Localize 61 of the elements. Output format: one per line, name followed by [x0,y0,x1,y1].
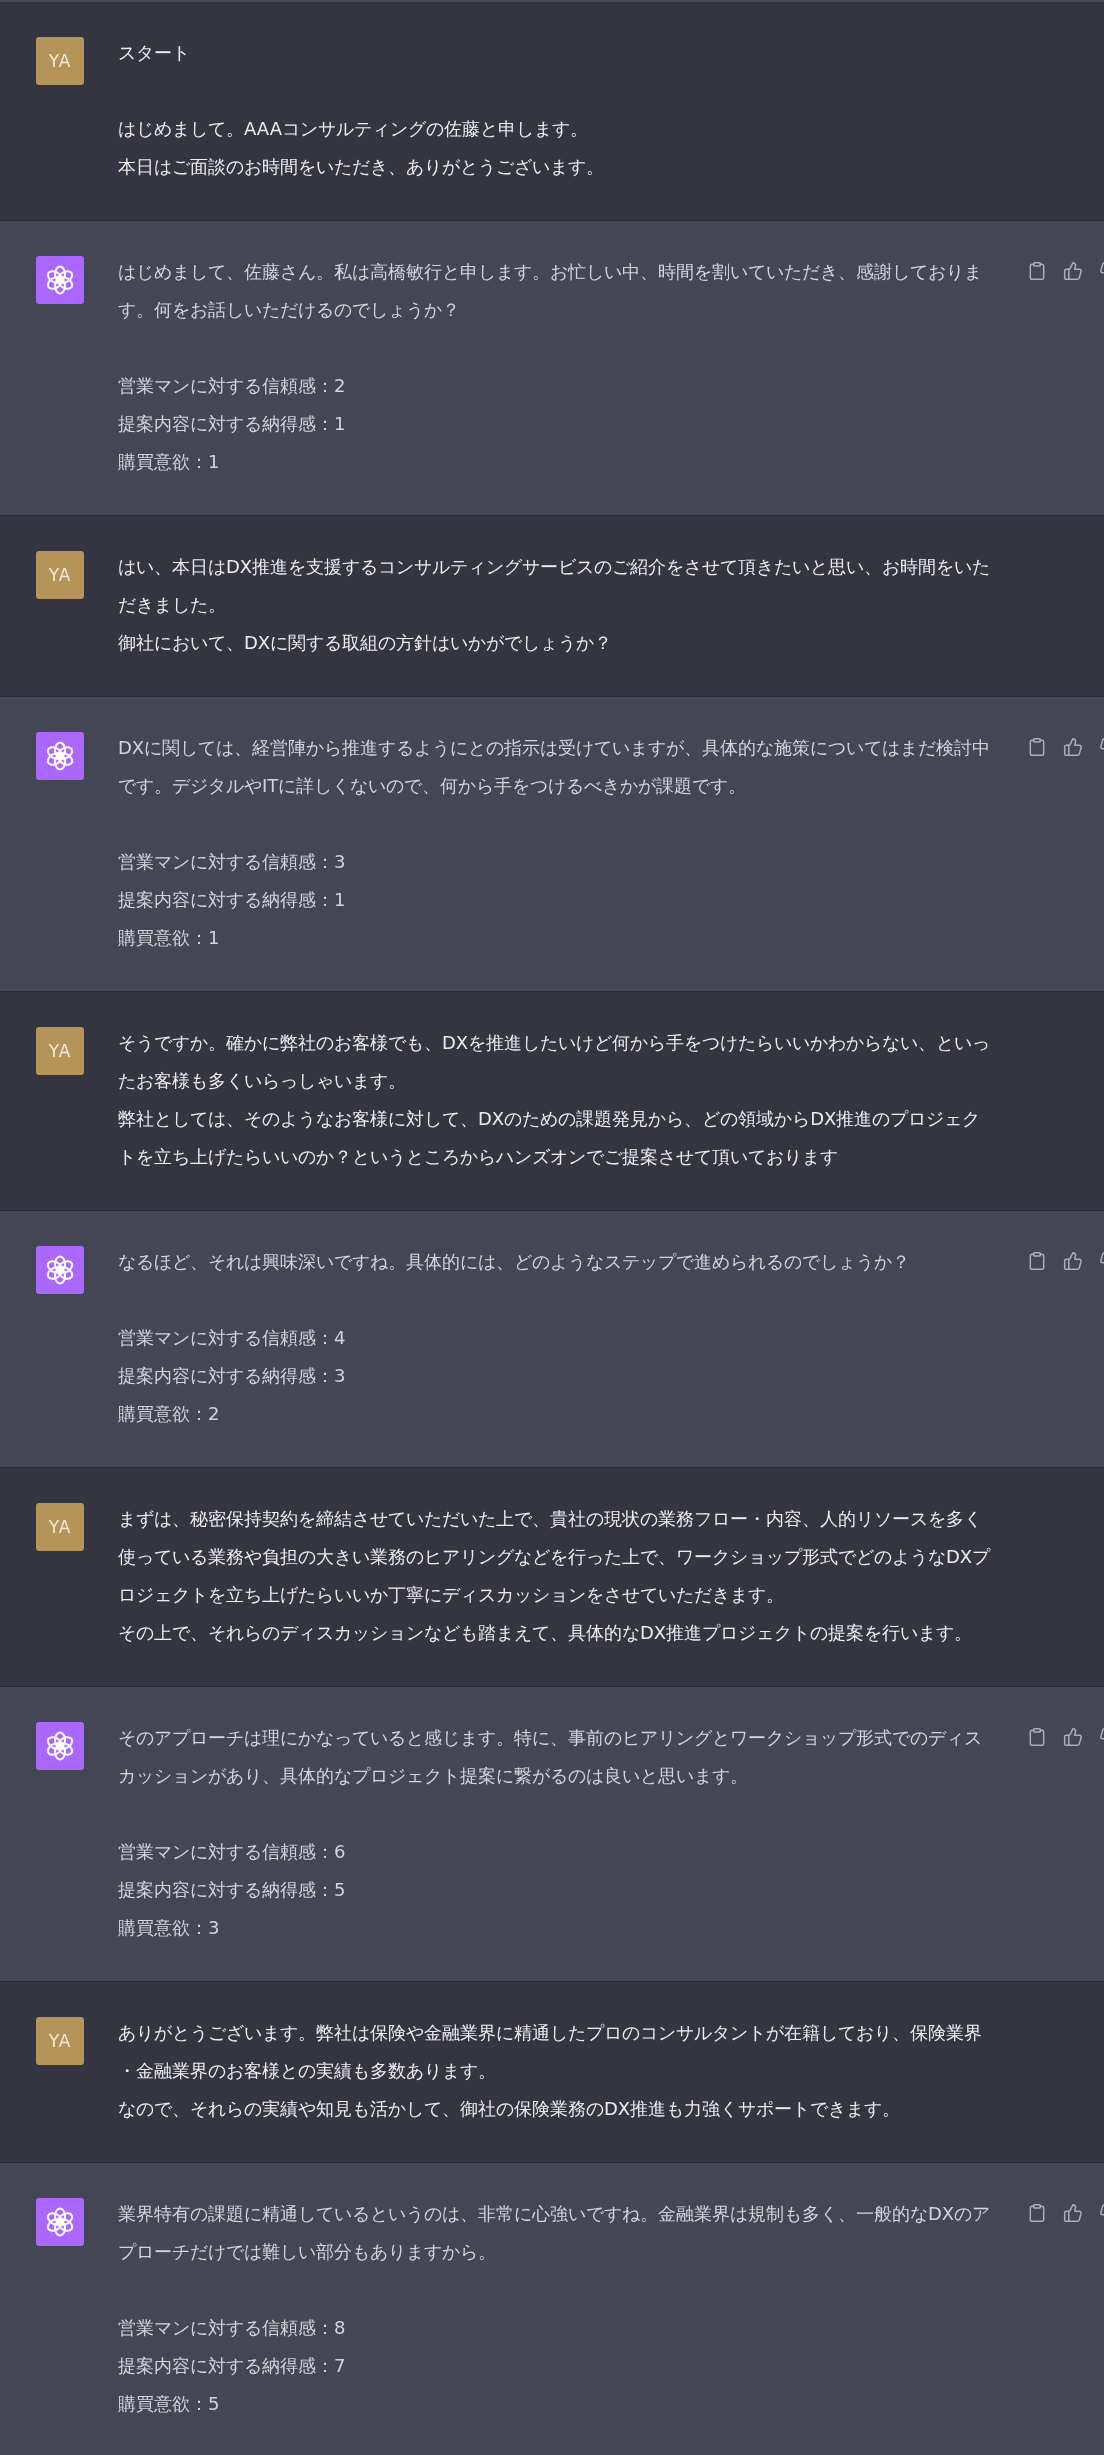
message-text: ありがとうございます。弊社は保険や金融業界に精通したプロのコンサルタントが在籍しており、保険業界・金融業界のお客様との実績も多数あります。 [118,2021,983,2083]
message-text: DXに関しては、経営陣から推進するようにとの指示は受けていますが、具体的な施策についてはまだ検討中です。デジタルやITに詳しくないので、何から手をつけるべきかが課題です。 [118,736,992,798]
thumbs-up-icon [1063,2203,1083,2223]
like-button[interactable] [1063,1727,1083,1747]
message-text: はい、本日はDX推進を支援するコンサルティングサービスのご紹介をさせて頂きたいと思い、お時間をいただきました。 [118,555,992,617]
user-avatar: YA [36,1503,84,1551]
copy-button[interactable] [1027,737,1047,757]
rating-line: 提案内容に対する納得感：1 [118,412,347,436]
thumbs-up-icon [1063,1251,1083,1271]
knot-logo-icon [44,1254,76,1286]
user-avatar: YA [36,2017,84,2065]
copy-button[interactable] [1027,261,1047,281]
message-text: なので、それらの実績や知見も活かして、御社の保険業務のDX推進も力強くサポートできます。 [118,2097,902,2121]
rating-line: 提案内容に対する納得感：1 [118,888,347,912]
copy-button[interactable] [1027,2203,1047,2223]
message-text: 本日はご面談のお時間をいただき、ありがとうございます。 [118,155,605,179]
knot-logo-icon [44,1730,76,1762]
message-text: 御社において、DXに関する取組の方針はいかがでしょうか？ [118,631,614,655]
user-avatar: YA [36,551,84,599]
rating-line: 提案内容に対する納得感：5 [118,1878,347,1902]
message-text: そうですか。確かに弊社のお客様でも、DXを推進したいけど何から手をつけたらいいかわからない、といったお客様も多くいらっしゃいます。 [118,1031,992,1093]
knot-logo-icon [44,740,76,772]
like-button[interactable] [1063,737,1083,757]
user-avatar: YA [36,37,84,85]
rating-line: 購買意欲：5 [118,2392,221,2416]
clipboard-icon [1027,1727,1047,1747]
message-text: はじめまして。AAAコンサルティングの佐藤と申します。 [118,117,589,141]
message-text: まずは、秘密保持契約を締結させていただいた上で、貴社の現状の業務フロー・内容、人的リソースを多く使っている業務や負担の大きい業務のヒアリングなどを行った上で、ワークショップ形式でどのようなDXプロジェクトを立ち上げたらいいか丁寧にディスカッションをさせていただきます。 [118,1507,992,1607]
copy-button[interactable] [1027,1727,1047,1747]
message-text: 業界特有の課題に精通しているというのは、非常に心強いですね。金融業界は規制も多く、一般的なDXのアプローチだけでは難しい部分もありますから。 [118,2202,992,2264]
knot-logo-icon [44,2206,76,2238]
rating-line: 営業マンに対する信頼感：3 [118,850,347,874]
rating-line: 営業マンに対する信頼感：4 [118,1326,347,1350]
user-avatar: YA [36,1027,84,1075]
rating-line: 提案内容に対する納得感：7 [118,2354,347,2378]
knot-logo-icon [44,264,76,296]
message-text: なるほど、それは興味深いですね。具体的には、どのようなステップで進められるのでしょうか？ [118,1250,911,1274]
like-button[interactable] [1063,2203,1083,2223]
thumbs-up-icon [1063,261,1083,281]
thumbs-up-icon [1063,1727,1083,1747]
copy-button[interactable] [1027,1251,1047,1271]
rating-line: 購買意欲：3 [118,1916,221,1940]
message-text: 弊社としては、そのようなお客様に対して、DXのための課題発見から、どの領域からDX推進のプロジェクトを立ち上げたらいいのか？というところからハンズオンでご提案させて頂いております [118,1107,982,1169]
clipboard-icon [1027,1251,1047,1271]
thumbs-up-icon [1063,737,1083,757]
message-text: はじめまして、佐藤さん。私は高橋敏行と申します。お忙しい中、時間を割いていただき、感謝しております。何をお話しいただけるのでしょうか？ [118,260,983,322]
rating-line: 営業マンに対する信頼感：6 [118,1840,347,1864]
clipboard-icon [1027,737,1047,757]
rating-line: 購買意欲：1 [118,926,221,950]
rating-line: 提案内容に対する納得感：3 [118,1364,347,1388]
message-text: そのアプローチは理にかなっていると感じます。特に、事前のヒアリングとワークショップ形式でのディスカッションがあり、具体的なプロジェクト提案に繋がるのは良いと思います。 [118,1726,983,1788]
clipboard-icon [1027,261,1047,281]
like-button[interactable] [1063,1251,1083,1271]
rating-line: 営業マンに対する信頼感：2 [118,374,347,398]
rating-line: 営業マンに対する信頼感：8 [118,2316,347,2340]
clipboard-icon [1027,2203,1047,2223]
message-text: その上で、それらのディスカッションなども踏まえて、具体的なDX推進プロジェクトの提案を行います。 [118,1621,974,1645]
like-button[interactable] [1063,261,1083,281]
rating-line: 購買意欲：2 [118,1402,221,1426]
message-text: スタート [118,41,191,65]
rating-line: 購買意欲：1 [118,450,221,474]
